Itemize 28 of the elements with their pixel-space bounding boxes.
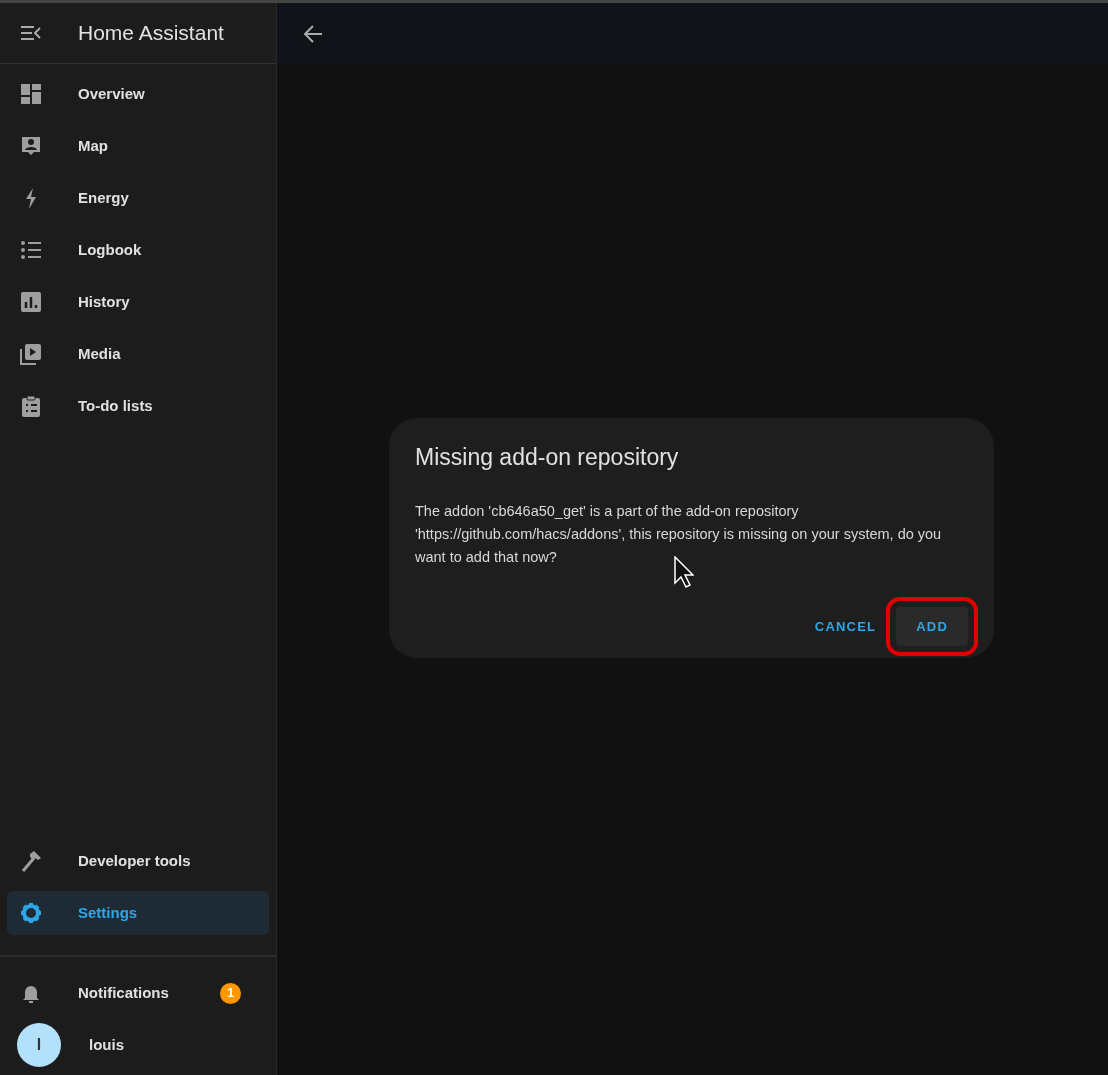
user-item[interactable]: l louis: [7, 1023, 269, 1067]
nav-item[interactable]: Map: [7, 124, 269, 168]
notification-count: 1: [220, 982, 241, 1004]
nav-item[interactable]: Settings: [7, 891, 269, 935]
clipboard-list-icon: [20, 395, 42, 417]
bar-chart-icon: [20, 291, 42, 313]
dialog-button[interactable]: CANCEL: [804, 606, 887, 647]
hammer-icon: [20, 850, 42, 872]
menu-icon[interactable]: [20, 25, 42, 41]
mouse-cursor-icon: [674, 556, 694, 588]
nav-item[interactable]: Media: [7, 332, 269, 376]
list-icon: [20, 239, 42, 261]
dialog-title: Missing add-on repository: [415, 444, 680, 472]
app-title: Home Assistant: [78, 20, 224, 47]
play-library-icon: [20, 343, 42, 365]
nav-item[interactable]: Energy: [7, 176, 269, 220]
nav-item[interactable]: To-do lists: [7, 384, 269, 428]
nav-item[interactable]: History: [7, 280, 269, 324]
back-icon[interactable]: [303, 24, 323, 43]
dialog-message: The addon 'cb646a50_get' is a part of the add-on repository 'https://github.com/hacs/addons', this repository is missing on your system, do you want to add that now?: [415, 501, 943, 567]
nav-item[interactable]: Logbook: [7, 228, 269, 272]
user-avatar: l: [17, 1023, 61, 1067]
person-pin-icon: [20, 135, 42, 157]
nav-item[interactable]: Developer tools: [7, 839, 269, 883]
dashboard-icon: [20, 83, 42, 105]
nav-item[interactable]: Overview: [7, 72, 269, 116]
notifications-item[interactable]: Notifications 1: [7, 971, 269, 1015]
gear-icon: [20, 902, 42, 924]
